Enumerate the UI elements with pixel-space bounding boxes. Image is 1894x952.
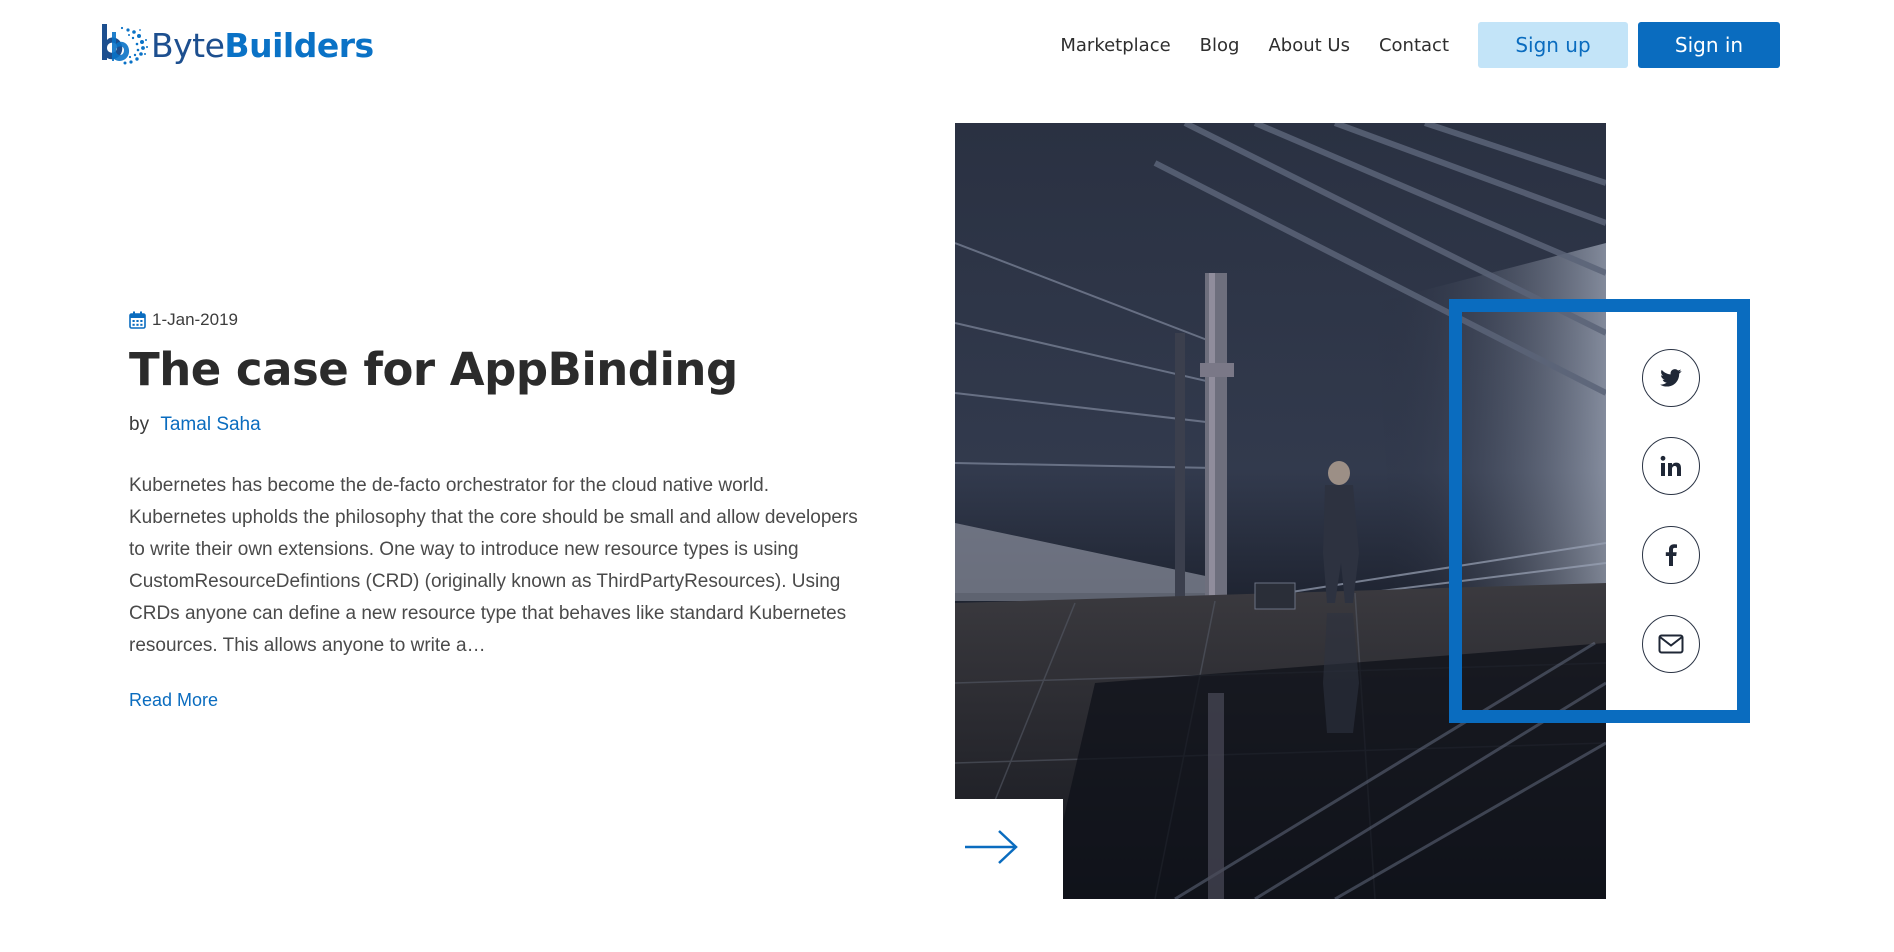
- nav-link-contact[interactable]: Contact: [1379, 35, 1449, 56]
- post-date: 1-Jan-2019: [129, 310, 238, 330]
- facebook-icon: [1665, 544, 1677, 566]
- byline-prefix: by: [129, 414, 150, 435]
- nav-link-marketplace[interactable]: Marketplace: [1060, 35, 1170, 56]
- post-excerpt: Kubernetes has become the de-facto orche…: [129, 475, 858, 656]
- post-title[interactable]: The case for AppBinding: [129, 343, 738, 396]
- email-icon: [1658, 634, 1684, 654]
- linkedin-icon: [1660, 455, 1681, 476]
- read-more-link[interactable]: Read More: [129, 690, 218, 711]
- sign-in-button[interactable]: Sign in: [1638, 22, 1780, 68]
- twitter-icon: [1660, 369, 1682, 387]
- share-email-button[interactable]: [1642, 615, 1700, 673]
- logo-mark-icon: [102, 24, 148, 65]
- main-nav: Marketplace Blog About Us Contact Sign u…: [1060, 22, 1780, 68]
- share-twitter-button[interactable]: [1642, 349, 1700, 407]
- share-facebook-button[interactable]: [1642, 526, 1700, 584]
- nav-link-about-us[interactable]: About Us: [1268, 35, 1350, 56]
- brand-name: ByteBuilders: [151, 25, 374, 65]
- nav-link-blog[interactable]: Blog: [1200, 35, 1240, 56]
- brand-logo[interactable]: ByteBuilders: [98, 20, 374, 70]
- calendar-icon: [129, 311, 146, 329]
- sign-up-button[interactable]: Sign up: [1478, 22, 1628, 68]
- arrow-right-icon[interactable]: [963, 827, 1019, 867]
- share-linkedin-button[interactable]: [1642, 437, 1700, 495]
- post-byline: by Tamal Saha: [129, 414, 261, 436]
- post-date-text: 1-Jan-2019: [152, 310, 239, 329]
- author-link[interactable]: Tamal Saha: [160, 414, 260, 435]
